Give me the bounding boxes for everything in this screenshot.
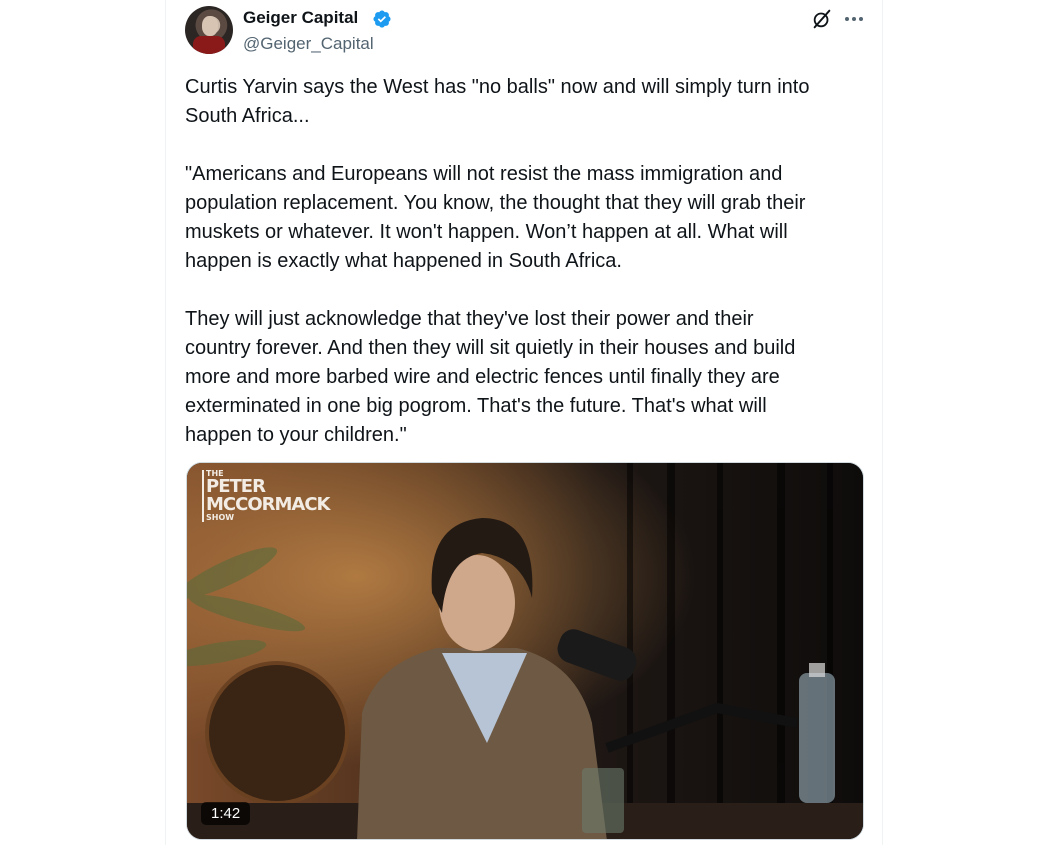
more-icon[interactable]	[843, 12, 865, 26]
logo-line: SHOW	[206, 513, 235, 522]
verified-badge-icon	[373, 10, 391, 28]
avatar-shirt	[193, 36, 225, 54]
display-name[interactable]: Geiger Capital	[243, 8, 358, 28]
avatar-face	[202, 16, 218, 36]
tweet-card: Geiger Capital @Geiger_Capital Curtis Ya…	[165, 0, 883, 845]
tweet-paragraph: Curtis Yarvin says the West has "no ball…	[185, 76, 810, 127]
handle[interactable]: @Geiger_Capital	[243, 34, 374, 54]
logo-line: MCCORMACK	[206, 494, 330, 515]
avatar[interactable]	[185, 6, 233, 54]
video-player[interactable]: THE PETER MCCORMACK SHOW 1:42	[186, 462, 864, 840]
show-logo: THE PETER MCCORMACK SHOW	[202, 470, 330, 522]
tweet-paragraph: "Americans and Europeans will not resist…	[185, 163, 806, 272]
tweet-paragraph: They will just acknowledge that they've …	[185, 308, 796, 446]
tweet-text: Curtis Yarvin says the West has "no ball…	[185, 73, 865, 479]
video-duration-badge: 1:42	[201, 802, 251, 825]
grok-icon[interactable]	[811, 8, 833, 30]
